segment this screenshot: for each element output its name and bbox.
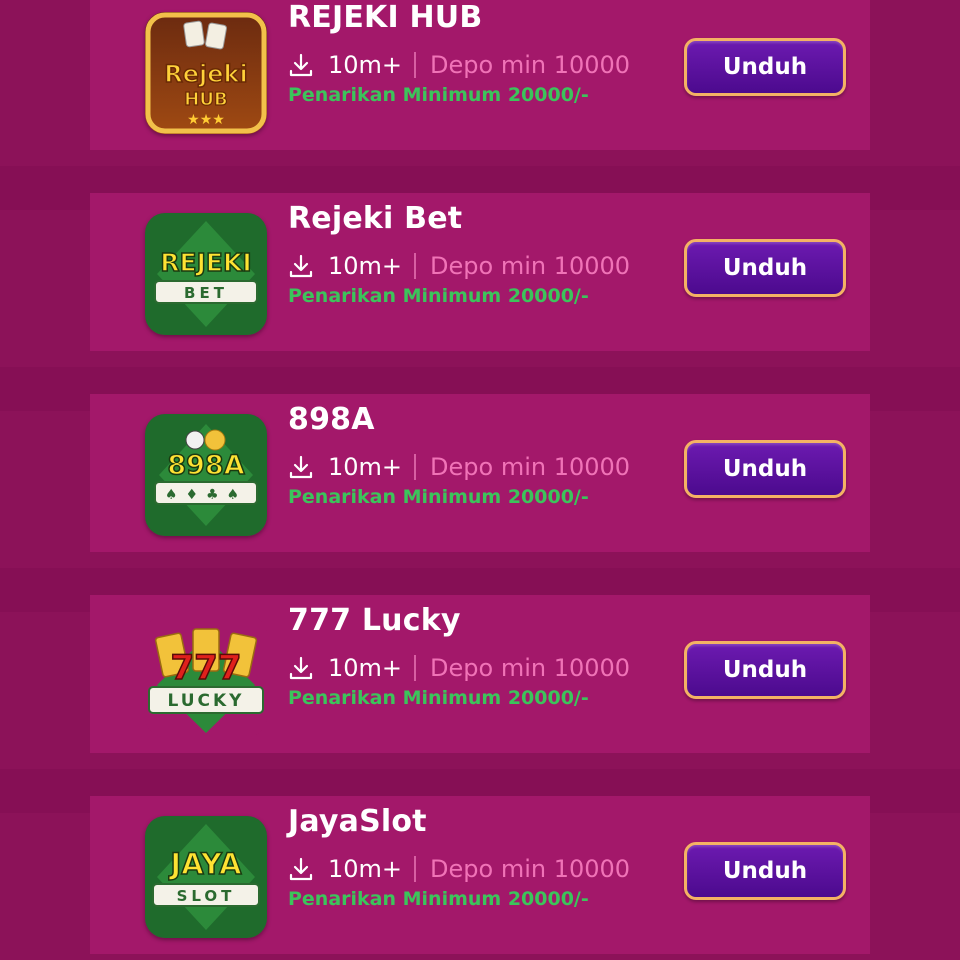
min-withdraw: Penarikan Minimum 20000/- [288,888,589,910]
app-title: JayaSlot [288,804,427,839]
meta-divider [414,454,417,480]
app-title: Rejeki Bet [288,201,463,236]
svg-text:Rejeki: Rejeki [164,60,247,88]
jaya-slot-logo-icon[interactable]: JAYA SLOT [145,816,267,938]
app-meta: 10m+ Depo min 10000 [288,852,630,886]
download-icon [288,655,314,681]
min-withdraw: Penarikan Minimum 20000/- [288,84,589,106]
meta-divider [414,253,417,279]
download-count: 10m+ [328,453,403,481]
download-icon [288,454,314,480]
download-button[interactable]: Unduh [684,641,846,699]
svg-text:SLOT: SLOT [177,887,236,905]
app-meta: 10m+ Depo min 10000 [288,651,630,685]
777-lucky-logo-icon[interactable]: 777 LUCKY [145,615,267,737]
download-count: 10m+ [328,51,403,79]
min-withdraw: Penarikan Minimum 20000/- [288,285,589,307]
min-deposit: Depo min 10000 [430,654,631,682]
svg-text:★★★: ★★★ [187,112,225,128]
download-icon [288,52,314,78]
app-meta: 10m+ Depo min 10000 [288,48,630,82]
svg-text:REJEKI: REJEKI [160,248,251,277]
min-withdraw: Penarikan Minimum 20000/- [288,687,589,709]
meta-divider [414,52,417,78]
min-deposit: Depo min 10000 [430,855,631,883]
min-deposit: Depo min 10000 [430,453,631,481]
download-count: 10m+ [328,252,403,280]
rejeki-bet-logo-icon[interactable]: REJEKI BET [145,213,267,335]
app-card-rejeki-bet: REJEKI BET Rejeki Bet 10m+ Depo min 1000… [90,193,870,351]
svg-text:898A: 898A [167,450,244,481]
download-button[interactable]: Unduh [684,842,846,900]
app-card-898a: 898A ♠♦♣♠ 898A 10m+ Depo min 10000 Penar… [90,394,870,552]
svg-text:JAYA: JAYA [168,847,242,881]
898a-logo-icon[interactable]: 898A ♠♦♣♠ [145,414,267,536]
app-title: REJEKI HUB [288,0,483,35]
app-meta: 10m+ Depo min 10000 [288,450,630,484]
download-button[interactable]: Unduh [684,239,846,297]
meta-divider [414,655,417,681]
app-title: 777 Lucky [288,603,461,638]
rejeki-hub-logo-icon[interactable]: Rejeki HUB ★★★ [145,12,267,134]
app-card-jayaslot: JAYA SLOT JayaSlot 10m+ Depo min 10000 P… [90,796,870,954]
app-card-rejeki-hub: Rejeki HUB ★★★ REJEKI HUB 10m+ Depo min … [90,0,870,150]
meta-divider [414,856,417,882]
download-count: 10m+ [328,855,403,883]
svg-text:BET: BET [184,284,228,302]
svg-text:♠♦♣♠: ♠♦♣♠ [165,487,247,503]
download-count: 10m+ [328,654,403,682]
min-withdraw: Penarikan Minimum 20000/- [288,486,589,508]
app-card-777-lucky: 777 LUCKY 777 Lucky 10m+ Depo min 10000 … [90,595,870,753]
svg-text:777: 777 [171,648,242,688]
min-deposit: Depo min 10000 [430,252,631,280]
download-icon [288,253,314,279]
download-icon [288,856,314,882]
app-title: 898A [288,402,375,437]
svg-text:HUB: HUB [184,89,227,110]
download-button[interactable]: Unduh [684,440,846,498]
min-deposit: Depo min 10000 [430,51,631,79]
app-meta: 10m+ Depo min 10000 [288,249,630,283]
svg-text:LUCKY: LUCKY [168,691,245,711]
download-button[interactable]: Unduh [684,38,846,96]
